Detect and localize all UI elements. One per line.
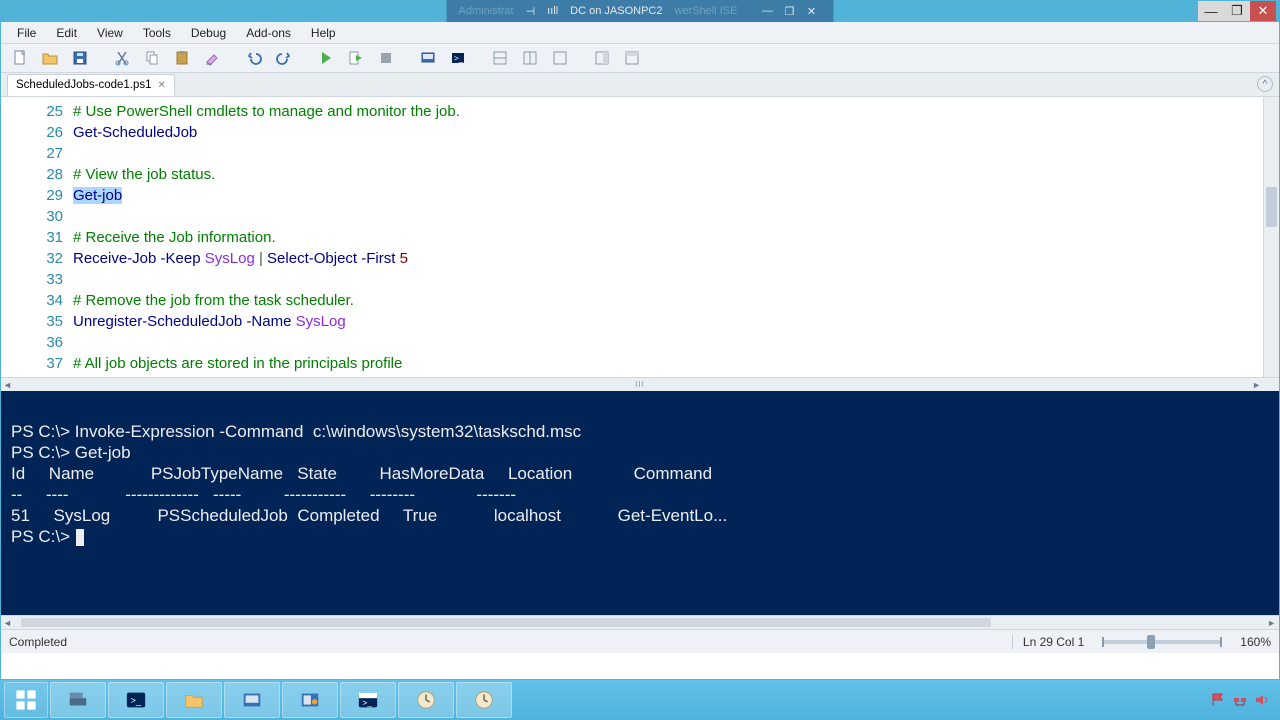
show-script-pane-top-button[interactable] xyxy=(485,46,515,70)
vm-connection-title: Administrat ⊣ ııll DC on JASONPC2 werShe… xyxy=(447,0,834,22)
editor-code[interactable]: # Use PowerShell cmdlets to manage and m… xyxy=(73,97,1279,391)
signal-icon: ııll xyxy=(547,5,558,17)
inner-close-button[interactable]: ✕ xyxy=(801,3,821,19)
outer-minimize-button[interactable]: — xyxy=(1198,1,1224,21)
zoom-level: 160% xyxy=(1240,635,1271,649)
zoom-slider[interactable] xyxy=(1102,640,1222,644)
console-scrollbar-horizontal[interactable]: ◄ ► xyxy=(1,615,1279,629)
show-script-pane-right-button[interactable] xyxy=(515,46,545,70)
vm-name: DC on JASONPC2 xyxy=(570,5,662,17)
outer-window-controls: — ❐ ✕ xyxy=(1198,1,1276,21)
scrollbar-thumb[interactable] xyxy=(21,618,991,627)
collapse-pane-icon[interactable]: ^ xyxy=(1257,76,1273,92)
editor-scrollbar-horizontal[interactable]: ◄ ► xyxy=(1,377,1279,391)
tray-network-icon[interactable] xyxy=(1232,692,1248,708)
start-powershell-button[interactable]: >_ xyxy=(443,46,473,70)
app-title-fragment-left: Administrat xyxy=(459,5,514,17)
menu-edit[interactable]: Edit xyxy=(46,24,87,42)
inner-restore-button[interactable]: ❐ xyxy=(779,3,799,19)
menu-tools[interactable]: Tools xyxy=(133,24,181,42)
redo-button[interactable] xyxy=(269,46,299,70)
menu-debug[interactable]: Debug xyxy=(181,24,236,42)
tray-volume-icon[interactable] xyxy=(1254,692,1270,708)
taskbar-explorer[interactable] xyxy=(166,682,222,718)
app-title-fragment-right: werShell ISE xyxy=(674,5,737,17)
menu-view[interactable]: View xyxy=(87,24,133,42)
editor-tab-label: ScheduledJobs-code1.ps1 xyxy=(16,79,152,91)
run-script-button[interactable] xyxy=(311,46,341,70)
svg-text:>_: >_ xyxy=(454,54,464,63)
new-remote-tab-button[interactable] xyxy=(413,46,443,70)
zoom-slider-thumb[interactable] xyxy=(1147,635,1155,649)
status-bar: Completed Ln 29 Col 1 160% xyxy=(1,629,1279,653)
script-editor[interactable]: 25262728293031323334353637 # Use PowerSh… xyxy=(1,97,1279,391)
show-script-pane-max-button[interactable] xyxy=(545,46,575,70)
scroll-left-icon[interactable]: ◄ xyxy=(3,380,12,390)
taskbar-clock-2[interactable] xyxy=(456,682,512,718)
system-tray xyxy=(1210,692,1276,708)
svg-text:>_: >_ xyxy=(131,696,142,706)
console-pane[interactable]: PS C:\> Invoke-Expression -Command c:\wi… xyxy=(1,391,1279,615)
editor-gutter: 25262728293031323334353637 xyxy=(1,97,73,391)
editor-scrollbar-vertical[interactable] xyxy=(1263,97,1279,377)
outer-maximize-button[interactable]: ❐ xyxy=(1224,1,1250,21)
scrollbar-thumb[interactable] xyxy=(1266,187,1277,227)
status-text: Completed xyxy=(9,635,67,649)
tray-flag-icon[interactable] xyxy=(1210,692,1226,708)
new-file-button[interactable] xyxy=(5,46,35,70)
run-selection-button[interactable] xyxy=(341,46,371,70)
clear-button[interactable] xyxy=(197,46,227,70)
pin-icon[interactable]: ⊣ xyxy=(526,5,536,18)
svg-text:>_: >_ xyxy=(363,699,373,708)
taskbar-server-manager[interactable] xyxy=(50,682,106,718)
cut-button[interactable] xyxy=(107,46,137,70)
outer-close-button[interactable]: ✕ xyxy=(1250,1,1276,21)
scroll-right-icon[interactable]: ► xyxy=(1267,618,1276,628)
toolbar: >_ xyxy=(1,44,1279,73)
taskbar-powershell-ise[interactable]: >_ xyxy=(340,682,396,718)
taskbar-powershell[interactable]: >_ xyxy=(108,682,164,718)
editor-tab[interactable]: ScheduledJobs-code1.ps1 ✕ xyxy=(7,74,175,96)
taskbar-clock-1[interactable] xyxy=(398,682,454,718)
menu-help[interactable]: Help xyxy=(301,24,346,42)
copy-button[interactable] xyxy=(137,46,167,70)
close-tab-icon[interactable]: ✕ xyxy=(158,80,166,91)
scroll-left-icon[interactable]: ◄ xyxy=(3,618,12,628)
inner-minimize-button[interactable]: — xyxy=(757,3,777,19)
show-command-window-button[interactable] xyxy=(617,46,647,70)
stop-button[interactable] xyxy=(371,46,401,70)
scroll-right-icon[interactable]: ► xyxy=(1252,380,1261,390)
powershell-ise-window: File Edit View Tools Debug Add-ons Help … xyxy=(0,22,1280,680)
save-button[interactable] xyxy=(65,46,95,70)
paste-button[interactable] xyxy=(167,46,197,70)
menu-bar: File Edit View Tools Debug Add-ons Help xyxy=(1,22,1279,44)
taskbar-app-1[interactable] xyxy=(224,682,280,718)
menu-addons[interactable]: Add-ons xyxy=(236,24,301,42)
menu-file[interactable]: File xyxy=(7,24,46,42)
start-button[interactable] xyxy=(4,682,48,718)
cursor-position: Ln 29 Col 1 xyxy=(1012,635,1084,649)
open-file-button[interactable] xyxy=(35,46,65,70)
undo-button[interactable] xyxy=(239,46,269,70)
taskbar-app-2[interactable] xyxy=(282,682,338,718)
windows-taskbar: >_ >_ xyxy=(0,680,1280,720)
editor-tabstrip: ScheduledJobs-code1.ps1 ✕ ^ xyxy=(1,73,1279,97)
outer-window-titlebar: Administrat ⊣ ııll DC on JASONPC2 werShe… xyxy=(0,0,1280,22)
show-command-addon-button[interactable] xyxy=(587,46,617,70)
